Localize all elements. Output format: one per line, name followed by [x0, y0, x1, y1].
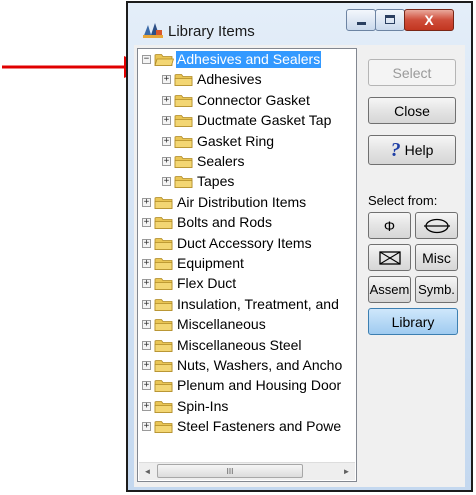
folder-icon — [174, 135, 193, 148]
tree-node-label: Bolts and Rods — [177, 214, 272, 231]
tree-node-label: Flex Duct — [177, 275, 237, 292]
round-fitting-button[interactable]: Φ — [368, 212, 411, 239]
misc-button-label: Misc — [422, 249, 451, 266]
library-button-label: Library — [391, 313, 435, 330]
expand-toggle-icon[interactable]: + — [142, 259, 151, 268]
scroll-thumb[interactable]: III — [157, 464, 303, 478]
maximize-icon — [385, 15, 395, 24]
tree-node-label: Ductmate Gasket Tap — [197, 112, 332, 129]
tree-node-label: Adhesives — [197, 71, 262, 88]
help-button[interactable]: ? Help — [368, 135, 456, 165]
folder-icon — [154, 400, 173, 413]
folder-icon — [154, 339, 173, 352]
folder-icon — [154, 278, 173, 291]
tree-node-label: Spin-Ins — [177, 397, 229, 414]
tree-node-label: Equipment — [177, 255, 244, 271]
expand-toggle-icon[interactable]: + — [142, 197, 151, 207]
expand-toggle-icon[interactable]: + — [142, 340, 151, 350]
horizontal-scrollbar[interactable]: ◄ III ► — [139, 462, 355, 480]
folder-icon — [154, 196, 173, 209]
rectangular-duct-icon — [378, 250, 401, 265]
folder-icon — [174, 74, 193, 87]
folder-icon — [154, 360, 173, 372]
library-button[interactable]: Library — [368, 308, 458, 335]
tree-node-label: Miscellaneous — [177, 316, 266, 333]
help-button-label: Help — [404, 142, 434, 158]
tree-node-label: Duct Accessory Items — [177, 234, 312, 251]
folder-open-icon — [154, 54, 174, 66]
expand-toggle-icon[interactable]: + — [142, 381, 151, 391]
title-bar[interactable]: Library Items X — [128, 3, 471, 45]
library-items-app-icon — [143, 23, 163, 38]
expand-toggle-icon[interactable]: + — [162, 116, 171, 126]
maximize-button[interactable] — [375, 9, 405, 31]
select-button[interactable]: Select — [368, 59, 456, 86]
tree-node-label: Adhesives and Sealers — [176, 51, 322, 68]
expand-toggle-icon[interactable]: + — [142, 218, 151, 228]
rectangular-fitting-button[interactable] — [368, 244, 411, 271]
folder-icon — [174, 115, 193, 128]
window-title: Library Items — [168, 23, 255, 40]
expand-toggle-icon[interactable]: + — [162, 157, 171, 166]
tree-node-label: Steel Fasteners and Powe — [177, 418, 342, 435]
symb-button[interactable]: Symb. — [415, 276, 458, 303]
folder-icon — [154, 258, 173, 270]
expand-toggle-icon[interactable]: + — [142, 401, 151, 411]
expand-toggle-icon[interactable]: + — [142, 422, 151, 432]
scroll-grip-icon: III — [226, 467, 234, 476]
folder-icon — [154, 298, 173, 311]
symb-button-label: Symb. — [418, 282, 455, 297]
close-button[interactable]: Close — [368, 97, 456, 124]
expand-toggle-icon[interactable]: + — [142, 279, 151, 289]
scroll-left-icon[interactable]: ◄ — [139, 463, 156, 480]
expand-toggle-icon[interactable]: + — [142, 320, 151, 330]
expand-toggle-icon[interactable]: + — [142, 299, 151, 309]
assem-button-label: Assem — [369, 282, 410, 297]
tree-node-label: Plenum and Housing Door — [177, 377, 342, 394]
close-button-label: Close — [394, 102, 430, 119]
library-items-window: Library Items X − Adhesives and Sealers + A… — [126, 1, 473, 492]
library-tree[interactable]: − Adhesives and Sealers + Adhesives + Connect… — [137, 48, 357, 482]
folder-icon — [154, 319, 173, 332]
tree-node-label: Connector Gasket — [197, 91, 310, 108]
scroll-right-icon[interactable]: ► — [338, 463, 355, 480]
oval-duct-icon — [423, 218, 450, 233]
assem-button[interactable]: Assem — [368, 276, 411, 303]
dialog-body: − Adhesives and Sealers + Adhesives + Connect… — [134, 45, 465, 487]
expand-toggle-icon[interactable]: + — [162, 95, 171, 105]
expand-toggle-icon[interactable]: + — [162, 136, 171, 146]
tree-node-label: Insulation, Treatment, and — [177, 295, 339, 312]
folder-icon — [174, 94, 193, 107]
tree-node-label: Air Distribution Items — [177, 193, 307, 210]
tree-node-label: Tapes — [197, 173, 235, 190]
close-window-button[interactable]: X — [404, 9, 454, 31]
minimize-button[interactable] — [346, 9, 376, 31]
minimize-icon — [357, 22, 366, 25]
folder-icon — [174, 156, 193, 168]
tree-node-label: Miscellaneous Steel — [177, 336, 302, 353]
select-from-label: Select from: — [368, 193, 438, 208]
folder-icon — [154, 237, 173, 250]
expand-toggle-icon[interactable]: + — [162, 177, 171, 187]
folder-icon — [174, 176, 193, 189]
expand-toggle-icon[interactable]: + — [162, 75, 171, 85]
round-symbol-icon: Φ — [383, 217, 396, 234]
folder-icon — [154, 217, 173, 230]
help-question-icon: ? — [390, 138, 401, 161]
expand-toggle-icon[interactable]: + — [142, 361, 151, 370]
tree-node-label: Sealers — [197, 153, 245, 169]
folder-icon — [154, 421, 173, 434]
collapse-toggle-icon[interactable]: − — [142, 55, 151, 64]
expand-toggle-icon[interactable]: + — [142, 238, 151, 248]
close-icon: X — [424, 12, 434, 28]
tree-node-label: Gasket Ring — [197, 132, 275, 149]
oval-fitting-button[interactable] — [415, 212, 458, 239]
misc-button[interactable]: Misc — [415, 244, 458, 271]
select-button-label: Select — [392, 64, 432, 81]
folder-icon — [154, 380, 173, 393]
tree-node-label: Nuts, Washers, and Ancho — [177, 357, 343, 373]
